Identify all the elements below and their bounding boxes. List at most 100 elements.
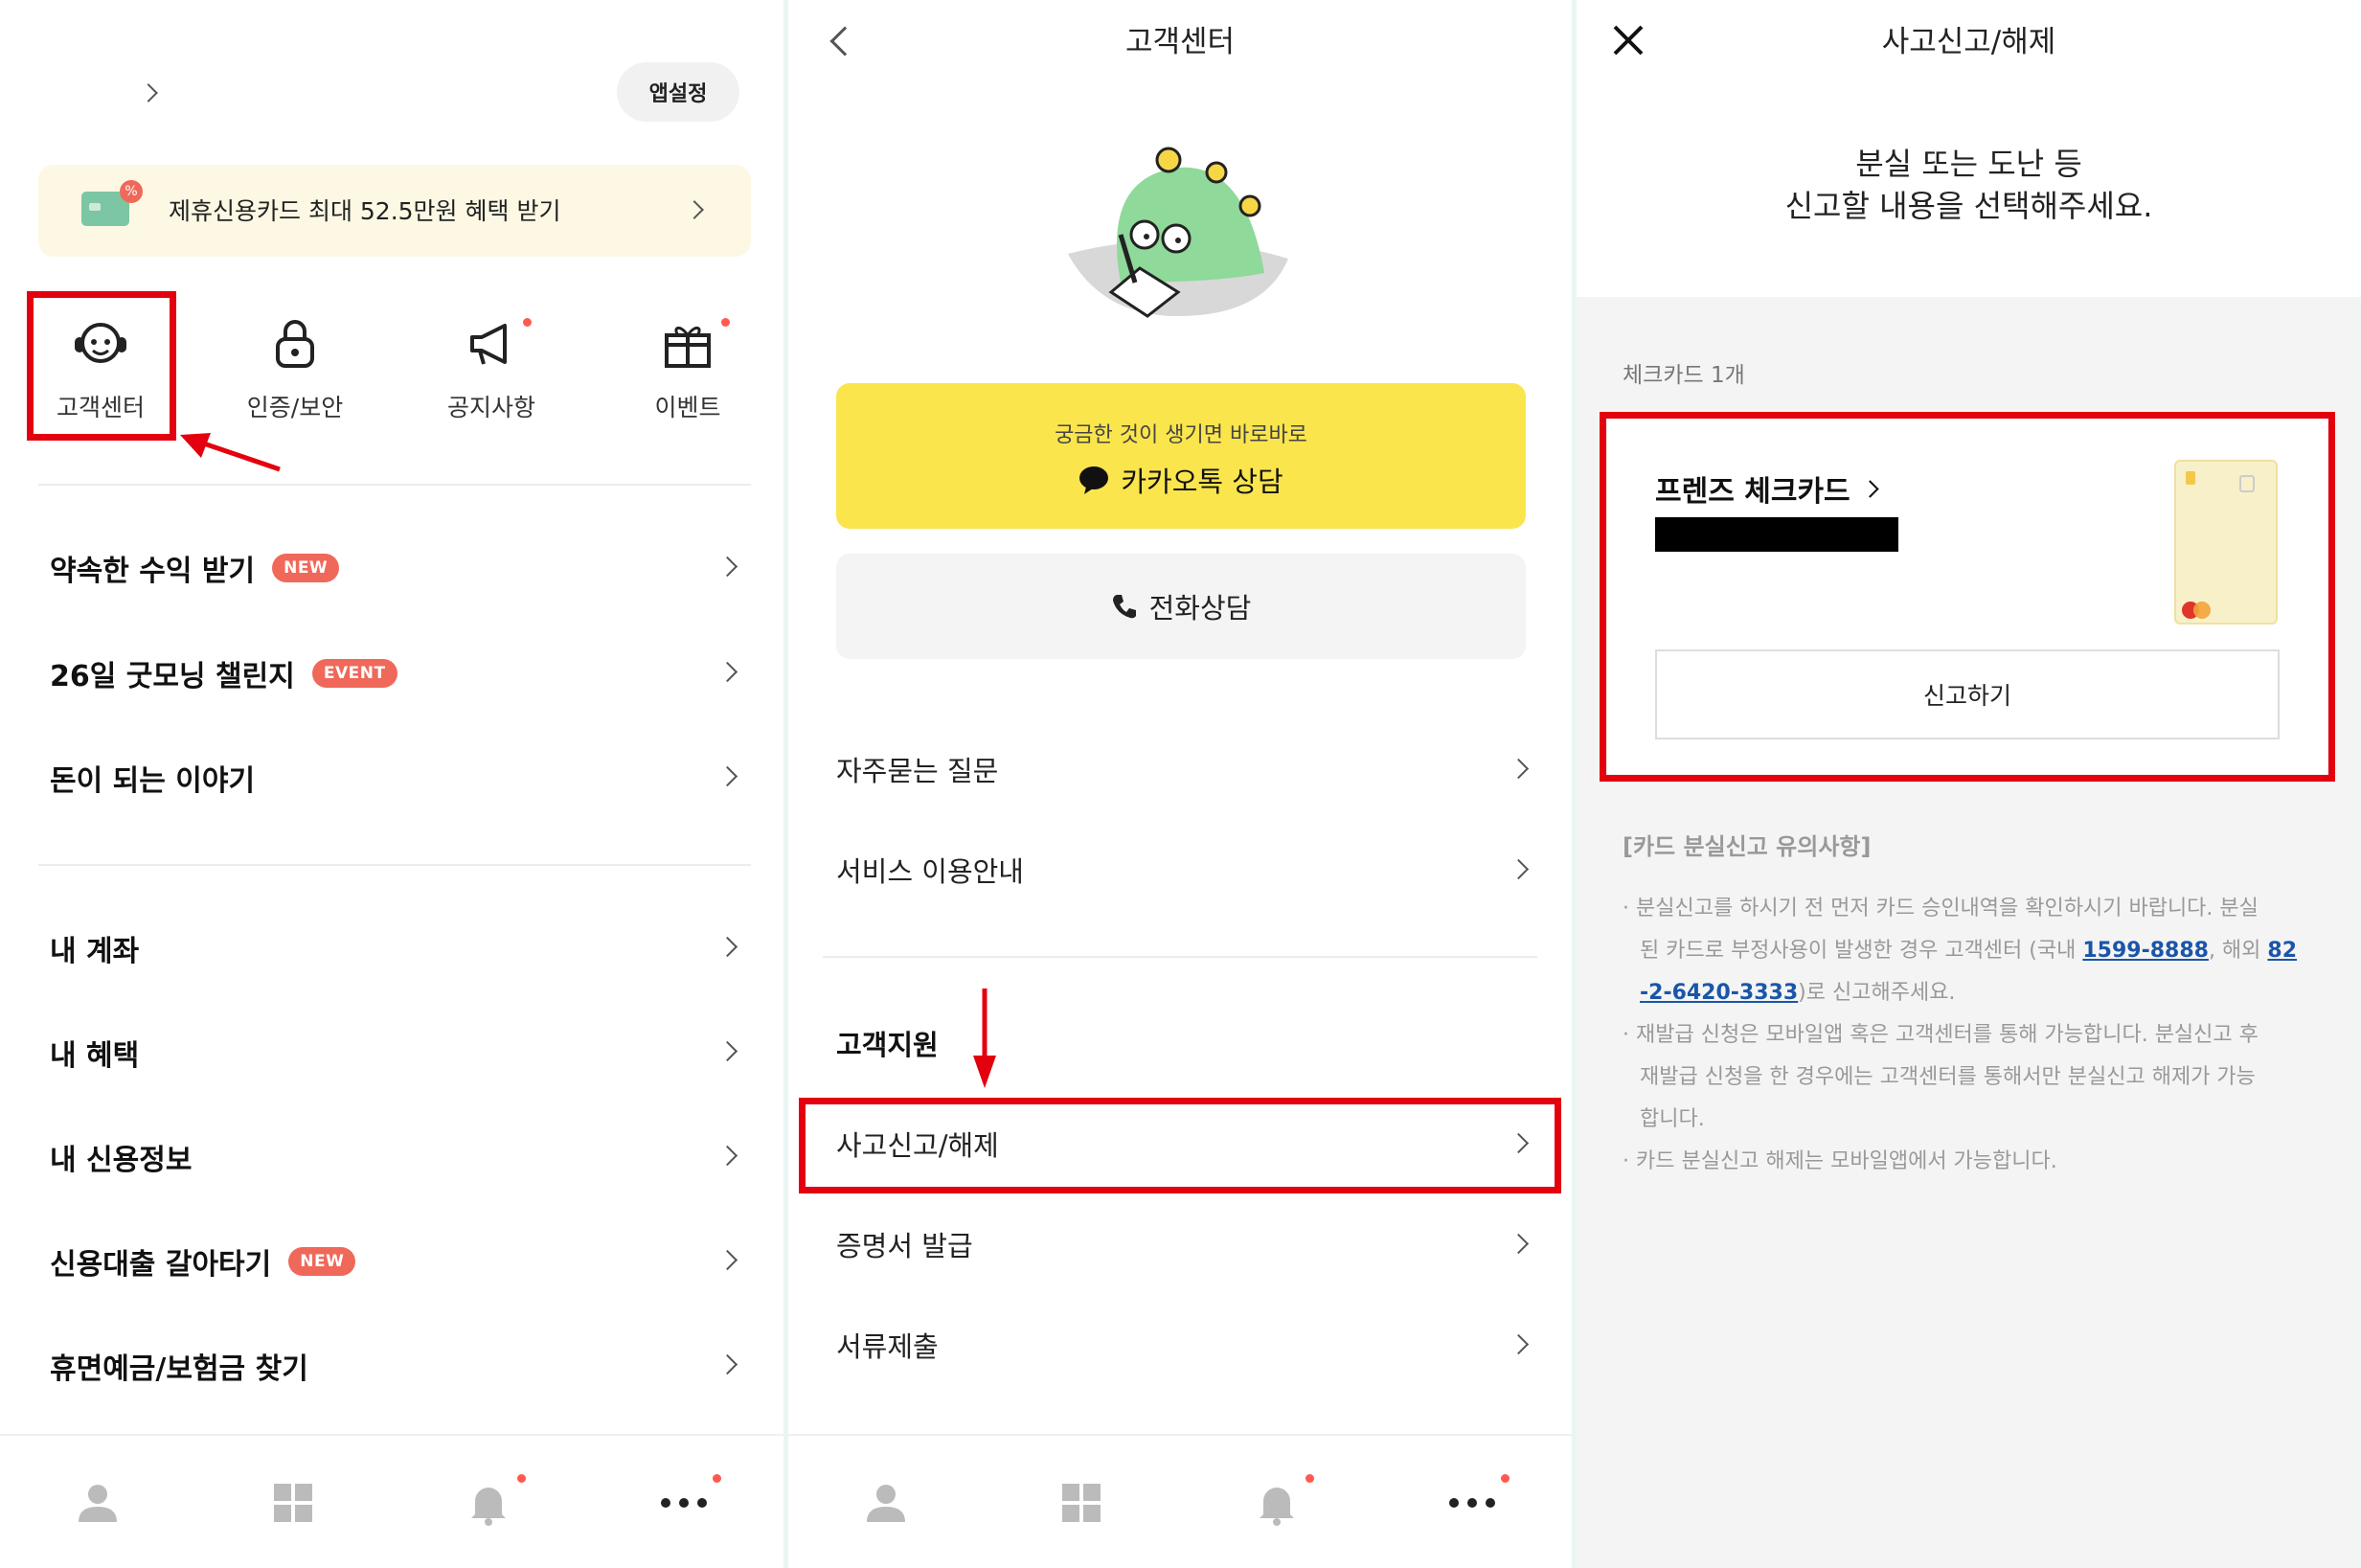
profile-chevron-icon[interactable]	[139, 83, 158, 102]
grid-icon	[274, 1484, 312, 1522]
menu-label: 내 신용정보	[50, 1144, 193, 1177]
menu-row-certificate[interactable]: 증명서 발급	[788, 1196, 1572, 1292]
menu-label: 돈이 되는 이야기	[50, 764, 256, 798]
app-settings-button[interactable]: 앱설정	[617, 62, 739, 122]
quick-event[interactable]: 이벤트	[616, 287, 760, 431]
menu-row-dormant-deposit[interactable]: 휴면예금/보험금 찾기	[50, 1337, 749, 1395]
red-arrow-down-icon	[973, 989, 996, 1088]
new-badge: NEW	[272, 554, 340, 582]
notice-line: -2-6420-3333)로 신고해주세요.	[1623, 972, 2341, 1014]
bell-icon	[1260, 1488, 1294, 1526]
phone-consult-button[interactable]: 전화상담	[836, 554, 1526, 659]
menu-label: 휴면예금/보험금 찾기	[50, 1352, 308, 1386]
quick-label: 공지사항	[446, 394, 535, 421]
dinosaur-mascot-icon	[1068, 147, 1288, 318]
quick-label: 인증/보안	[246, 394, 344, 421]
lock-icon	[276, 320, 314, 368]
tab-profile[interactable]	[788, 1436, 984, 1568]
divider	[38, 864, 751, 866]
notification-dot	[517, 1474, 526, 1483]
chevron-right-icon	[1508, 1333, 1530, 1355]
menu-label: 증명서 발급	[836, 1230, 973, 1262]
tab-more[interactable]	[586, 1436, 782, 1568]
more-dot	[713, 1474, 721, 1483]
menu-row-my-credit[interactable]: 내 신용정보	[50, 1128, 749, 1186]
promo-banner[interactable]: % 제휴신용카드 최대 52.5만원 혜택 받기	[38, 165, 751, 257]
menu-row-document-submit[interactable]: 서류제출	[788, 1297, 1572, 1393]
notice-line: 재발급 신청을 한 경우에는 고객센터를 통해서만 분실신고 해제가 가능	[1640, 1065, 2256, 1089]
chevron-right-icon	[716, 1249, 738, 1271]
promo-text: 제휴신용카드 최대 52.5만원 혜택 받기	[169, 197, 561, 225]
tab-home[interactable]	[984, 1436, 1179, 1568]
heading-line-1: 분실 또는 도난 등	[1855, 146, 2082, 182]
menu-row-faq[interactable]: 자주묻는 질문	[788, 721, 1572, 817]
heading-line-2: 신고할 내용을 선택해주세요.	[1784, 188, 2153, 224]
notice-line: 합니다.	[1640, 1107, 1705, 1131]
kakao-chat-button[interactable]: 궁금한 것이 생기면 바로바로 카카오톡 상담	[836, 383, 1526, 529]
gift-icon	[665, 327, 711, 368]
card-count-label: 체크카드 1개	[1623, 363, 1745, 388]
menu-row-my-benefit[interactable]: 내 혜택	[50, 1024, 749, 1081]
phone-icon	[1112, 595, 1136, 619]
notice-line: · 재발급 신청은 모바일앱 혹은 고객센터를 통해 가능합니다. 분실신고 후	[1623, 1023, 2259, 1047]
chevron-right-icon	[685, 200, 704, 219]
divider	[823, 956, 1537, 958]
menu-label: 서류제출	[836, 1330, 939, 1363]
menu-row-money-story[interactable]: 돈이 되는 이야기	[50, 749, 749, 807]
notice-dot	[523, 318, 532, 327]
chevron-right-icon	[716, 1145, 738, 1167]
bell-icon	[471, 1488, 506, 1526]
chevron-right-icon	[716, 556, 738, 578]
tab-notifications[interactable]	[1179, 1436, 1374, 1568]
quick-auth-security[interactable]: 인증/보안	[223, 287, 367, 431]
menu-label: 내 계좌	[50, 935, 140, 968]
person-icon	[867, 1485, 905, 1522]
menu-label: 약속한 수익 받기	[50, 555, 256, 588]
quick-label: 이벤트	[654, 394, 721, 421]
tab-notifications[interactable]	[391, 1436, 586, 1568]
menu-row-my-account[interactable]: 내 계좌	[50, 920, 749, 977]
menu-label: 자주묻는 질문	[836, 755, 999, 787]
chevron-right-icon	[1508, 758, 1530, 780]
phone-consult-label: 전화상담	[1148, 592, 1252, 625]
chevron-right-icon	[1508, 858, 1530, 880]
red-arrow-icon	[180, 433, 281, 472]
notice-line: · 분실신고를 하시기 전 먼저 카드 승인내역을 확인하시기 바랍니다. 분실	[1623, 897, 2259, 920]
megaphone-icon	[470, 324, 507, 365]
card-icon: %	[81, 180, 143, 226]
quick-notice[interactable]: 공지사항	[420, 287, 563, 431]
bottom-tab-bar	[0, 1434, 783, 1568]
bottom-tab-bar	[788, 1434, 1572, 1568]
menu-label: 26일 굿모닝 챌린지	[50, 660, 295, 693]
menu-label: 서비스 이용안내	[836, 855, 1024, 888]
kakao-main-label: 카카오톡 상담	[1121, 466, 1283, 498]
person-icon	[79, 1485, 117, 1522]
intl-phone-link[interactable]: 82	[2267, 939, 2297, 963]
highlight-box	[799, 1098, 1561, 1193]
highlight-box	[27, 291, 176, 441]
notice-line: · 카드 분실신고 해제는 모바일앱에서 가능합니다.	[1623, 1149, 2057, 1173]
more-menu-screen: 앱설정 % 제휴신용카드 최대 52.5만원 혜택 받기 고객센터 인증/보안	[0, 0, 783, 1568]
menu-label: 내 혜택	[50, 1039, 140, 1073]
menu-row-promised-return[interactable]: 약속한 수익 받기 NEW	[50, 539, 749, 597]
customer-center-screen: 고객센터 궁금한 것이 생기면 바로바로 카카오톡 상담 전화상담 자주묻는 질…	[788, 0, 1572, 1568]
menu-row-service-guide[interactable]: 서비스 이용안내	[788, 822, 1572, 918]
notice-line: 된 카드로 부정사용이 발생한 경우 고객센터 (국내 1599-8888, 해…	[1623, 930, 2341, 972]
tab-more[interactable]	[1374, 1436, 1570, 1568]
notice-text: 된 카드로 부정사용이 발생한 경우 고객센터 (국내	[1640, 939, 2083, 963]
tab-profile[interactable]	[0, 1436, 195, 1568]
domestic-phone-link[interactable]: 1599-8888	[2082, 939, 2209, 963]
notice-title: [카드 분실신고 유의사항]	[1623, 833, 1872, 860]
kakao-sub-label: 궁금한 것이 생기면 바로바로	[1055, 423, 1307, 447]
notice-text: )로 신고해주세요.	[1798, 981, 1956, 1005]
menu-row-loan-switch[interactable]: 신용대출 갈아타기 NEW	[50, 1233, 749, 1290]
page-title: 사고신고/해제	[1881, 25, 2056, 59]
menu-row-morning-challenge[interactable]: 26일 굿모닝 챌린지 EVENT	[50, 645, 749, 702]
accident-report-screen: 사고신고/해제 분실 또는 도난 등 신고할 내용을 선택해주세요. 체크카드 …	[1577, 0, 2361, 1568]
notice-body: · 분실신고를 하시기 전 먼저 카드 승인내역을 확인하시기 바랍니다. 분실…	[1623, 888, 2341, 1183]
tab-home[interactable]	[195, 1436, 391, 1568]
intl-phone-link[interactable]: -2-6420-3333	[1640, 981, 1798, 1005]
chevron-right-icon	[716, 1353, 738, 1375]
chevron-right-icon	[1508, 1233, 1530, 1255]
speech-bubble-icon	[1079, 466, 1109, 494]
